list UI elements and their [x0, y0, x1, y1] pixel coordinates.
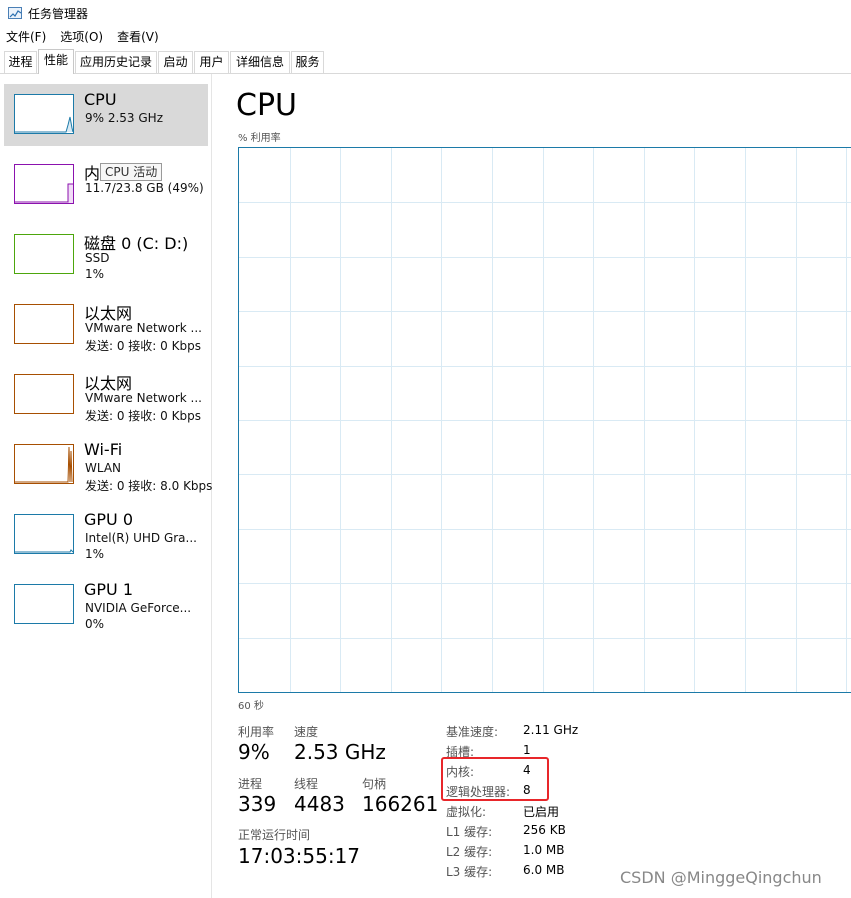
sidebar-item-detail: 11.7/23.8 GB (49%)	[85, 181, 204, 195]
sidebar-item-detail: VMware Network ...	[85, 321, 202, 335]
wifi-thumbnail-graph	[14, 444, 74, 484]
cpu-thumbnail-graph	[14, 94, 74, 134]
ethernet-thumbnail-graph	[14, 374, 74, 414]
speed-value: 2.53 GHz	[294, 740, 386, 764]
tab-processes[interactable]: 进程	[4, 51, 37, 73]
gpu-thumbnail-graph	[14, 514, 74, 554]
sidebar-item-detail: WLAN	[85, 461, 122, 475]
spec-value: 1.0 MB	[523, 843, 565, 857]
spec-value: 1	[523, 743, 531, 757]
tab-bar: 进程 性能 应用历史记录 启动 用户 详细信息 服务	[0, 49, 851, 74]
sidebar-item-title: GPU 1	[84, 580, 134, 599]
processes-label: 进程	[238, 777, 263, 791]
utilization-value: 9%	[238, 740, 270, 764]
sidebar-item-title: CPU	[84, 90, 117, 109]
processes-value: 339	[238, 792, 277, 816]
sidebar-item-detail: Intel(R) UHD Gra...	[85, 531, 197, 545]
sidebar-item-title: Wi-Fi	[84, 440, 123, 459]
utilization-label: 利用率	[238, 725, 275, 739]
page-title: CPU	[236, 88, 297, 123]
sidebar-item-cpu[interactable]: CPU 9% 2.53 GHz	[4, 84, 208, 146]
watermark: CSDN @MinggeQingchun	[620, 868, 822, 887]
spec-label: 虚拟化:	[446, 805, 487, 819]
highlight-annotation-box	[441, 757, 549, 801]
sidebar-item-detail: NVIDIA GeForce...	[85, 601, 192, 615]
tab-startup[interactable]: 启动	[158, 51, 193, 73]
graph-x-label: 60 秒	[238, 701, 264, 712]
spec-value: 6.0 MB	[523, 863, 565, 877]
disk-thumbnail-graph	[14, 234, 74, 274]
speed-label: 速度	[294, 725, 319, 739]
threads-value: 4483	[294, 792, 345, 816]
ethernet-thumbnail-graph	[14, 304, 74, 344]
uptime-value: 17:03:55:17	[238, 844, 361, 868]
handles-value: 166261	[362, 792, 439, 816]
sidebar-item-ethernet-1[interactable]: 以太网 VMware Network ... 发送: 0 接收: 0 Kbps	[4, 294, 208, 356]
graph-y-label: % 利用率	[238, 133, 281, 144]
sidebar-item-gpu-0[interactable]: GPU 0 Intel(R) UHD Gra... 1%	[4, 504, 208, 566]
tab-app-history[interactable]: 应用历史记录	[75, 51, 157, 73]
tab-details[interactable]: 详细信息	[230, 51, 290, 73]
uptime-label: 正常运行时间	[238, 828, 311, 842]
sidebar-item-detail: SSD	[85, 251, 110, 265]
spec-label: L3 缓存:	[446, 865, 493, 879]
spec-label: 基准速度:	[446, 725, 499, 739]
spec-value: 256 KB	[523, 823, 566, 837]
menu-view[interactable]: 查看(V)	[117, 28, 159, 45]
memory-thumbnail-graph	[14, 164, 74, 204]
tab-services[interactable]: 服务	[291, 51, 324, 73]
sidebar-item-detail-2: 发送: 0 接收: 0 Kbps	[85, 409, 201, 423]
spec-label: L2 缓存:	[446, 845, 493, 859]
sidebar-item-detail-2: 发送: 0 接收: 8.0 Kbps	[85, 479, 213, 493]
tab-users[interactable]: 用户	[194, 51, 229, 73]
menu-bar: 文件(F) 选项(O) 查看(V)	[0, 26, 173, 46]
sidebar-item-ethernet-2[interactable]: 以太网 VMware Network ... 发送: 0 接收: 0 Kbps	[4, 364, 208, 426]
handles-label: 句柄	[362, 777, 387, 791]
title-bar: 任务管理器	[0, 0, 851, 26]
sidebar-item-detail-2: 0%	[85, 617, 105, 631]
window-title: 任务管理器	[28, 6, 89, 21]
sidebar-item-disk[interactable]: 磁盘 0 (C: D:) SSD 1%	[4, 224, 208, 286]
tab-performance[interactable]: 性能	[38, 49, 74, 74]
spec-label: L1 缓存:	[446, 825, 493, 839]
task-manager-icon	[8, 7, 22, 19]
graph-grid	[239, 148, 851, 692]
spec-value: 已启用	[523, 805, 560, 819]
sidebar-item-gpu-1[interactable]: GPU 1 NVIDIA GeForce... 0%	[4, 574, 208, 636]
cpu-activity-tooltip: CPU 活动	[100, 163, 163, 181]
cpu-utilization-graph	[238, 147, 851, 693]
sidebar-item-detail-2: 1%	[85, 267, 105, 281]
menu-file[interactable]: 文件(F)	[6, 28, 46, 45]
sidebar-item-detail: 9% 2.53 GHz	[85, 111, 164, 125]
gpu-thumbnail-graph	[14, 584, 74, 624]
spec-value: 2.11 GHz	[523, 723, 579, 737]
sidebar-item-wifi[interactable]: Wi-Fi WLAN 发送: 0 接收: 8.0 Kbps	[4, 434, 212, 496]
menu-options[interactable]: 选项(O)	[60, 28, 103, 45]
sidebar-item-detail-2: 发送: 0 接收: 0 Kbps	[85, 339, 201, 353]
sidebar-item-detail: VMware Network ...	[85, 391, 202, 405]
resource-sidebar: CPU 9% 2.53 GHz 内存 11.7/23.8 GB (49%) 磁盘…	[0, 74, 212, 898]
threads-label: 线程	[294, 777, 319, 791]
sidebar-item-title: GPU 0	[84, 510, 134, 529]
sidebar-item-detail-2: 1%	[85, 547, 105, 561]
